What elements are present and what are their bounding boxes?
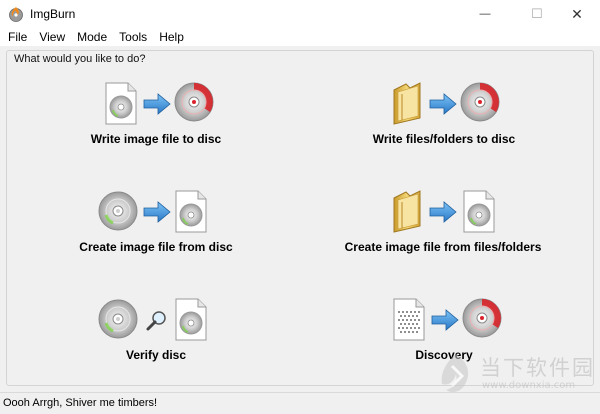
create-image-from-disc-icon <box>98 190 207 233</box>
tile-write-image-to-disc[interactable]: Write image file to disc <box>60 78 290 154</box>
tile-create-image-from-files[interactable]: Create image file from files/folders <box>330 186 580 262</box>
tile-create-image-from-disc[interactable]: Create image file from disc <box>60 186 290 262</box>
discovery-icon <box>393 298 502 341</box>
maximize-icon: ☐ <box>531 6 543 21</box>
verify-disc-icon <box>98 298 207 341</box>
title-bar: ImgBurn — ☐ ✕ <box>0 0 600 28</box>
menu-mode[interactable]: Mode <box>71 28 113 46</box>
tile-label-create-image-from-files: Create image file from files/folders <box>344 240 542 254</box>
tile-label-write-image: Write image file to disc <box>90 132 222 146</box>
tile-label-create-image-from-disc: Create image file from disc <box>79 240 233 254</box>
status-bar: Oooh Arrgh, Shiver me timbers! <box>0 392 600 414</box>
watermark-url: www.downxia.com <box>482 380 576 391</box>
watermark-text: 当下软件园 <box>480 356 595 380</box>
tile-write-files-to-disc[interactable]: Write files/folders to disc <box>340 78 580 154</box>
write-image-icon <box>105 82 214 125</box>
create-image-from-files-icon <box>393 190 495 233</box>
imgburn-flame-icon <box>9 7 23 22</box>
tile-verify-disc[interactable]: Verify disc <box>60 294 290 370</box>
tile-label-verify-disc: Verify disc <box>125 348 187 362</box>
minimize-button[interactable]: — <box>462 0 508 28</box>
window-title: ImgBurn <box>30 7 76 21</box>
group-label: What would you like to do? <box>12 53 148 65</box>
tile-label-write-files: Write files/folders to disc <box>372 132 516 146</box>
menu-help[interactable]: Help <box>153 28 190 46</box>
status-text: Oooh Arrgh, Shiver me timbers! <box>3 397 158 409</box>
close-button[interactable]: ✕ <box>554 0 600 28</box>
write-files-icon <box>393 82 500 125</box>
minimize-icon: — <box>479 8 491 20</box>
menu-file[interactable]: File <box>0 28 33 46</box>
close-icon: ✕ <box>571 5 583 22</box>
menu-tools[interactable]: Tools <box>113 28 153 46</box>
menu-bar: File View Mode Tools Help <box>0 28 600 46</box>
menu-view[interactable]: View <box>33 28 71 46</box>
